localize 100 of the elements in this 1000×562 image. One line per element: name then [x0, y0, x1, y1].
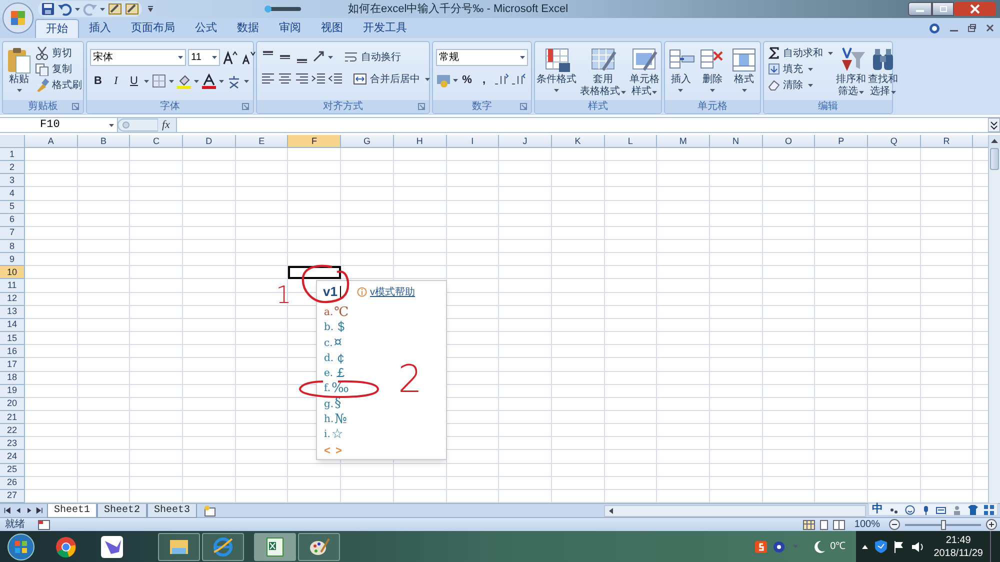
column-header[interactable]: H [394, 135, 446, 148]
column-header[interactable]: I [446, 135, 500, 148]
sheet-tab[interactable]: Sheet1 [47, 504, 98, 518]
ribbon-button[interactable]: 粘贴 [5, 44, 33, 100]
sheet-tab[interactable]: Sheet2 [97, 504, 148, 518]
candidate-item[interactable]: c.¤ [324, 336, 342, 351]
ribbon-tab[interactable]: 开发工具 [353, 19, 417, 38]
column-header[interactable]: P [815, 135, 868, 148]
ribbon-button[interactable]: 删除 [697, 44, 728, 100]
row-header[interactable]: 10 [0, 266, 25, 280]
row-header[interactable]: 22 [0, 424, 25, 438]
row-header[interactable]: 14 [0, 318, 25, 332]
insert-function-button[interactable]: fx [158, 116, 174, 134]
help-link[interactable]: v模式帮助 [370, 284, 415, 300]
ribbon-button[interactable]: 套用 表格格式 [578, 44, 627, 100]
ribbon-button[interactable]: 格式 [729, 44, 760, 100]
column-header[interactable]: R [920, 135, 974, 148]
column-header[interactable]: N [710, 135, 763, 148]
candidate-item[interactable]: g.§ [324, 396, 342, 412]
row-header[interactable]: 23 [0, 437, 25, 450]
ribbon-button[interactable]: 自动换行 [342, 49, 403, 65]
font-name-field[interactable]: 宋体 [90, 49, 186, 66]
sheet-tab[interactable]: Sheet3 [147, 504, 198, 518]
group-title: 字体 [160, 100, 180, 114]
group-title: 样式 [588, 100, 608, 114]
candidate-item[interactable]: i.☆ [324, 427, 344, 442]
column-header[interactable]: F [288, 135, 342, 148]
handwritten-number: 2 [398, 360, 422, 398]
column-header[interactable]: B [78, 135, 130, 148]
ime-mode-button[interactable]: 中 [872, 501, 883, 518]
row-header[interactable]: 17 [0, 358, 25, 372]
candidate-item[interactable]: a.℃ [324, 305, 349, 320]
candidate-item[interactable]: b.＄ [324, 320, 348, 336]
candidate-item[interactable]: e.￡ [324, 366, 348, 382]
row-header[interactable]: 25 [0, 464, 25, 477]
ribbon-button[interactable]: 复制 [33, 61, 84, 77]
format-button[interactable]: U [126, 73, 142, 89]
name-box[interactable]: F10 [0, 118, 118, 132]
row-header[interactable]: 26 [0, 476, 25, 490]
row-header[interactable]: 2 [0, 161, 25, 174]
ribbon-button[interactable]: 插入 [666, 44, 696, 100]
candidate-item[interactable]: f.‰ [324, 381, 349, 396]
ribbon-tab[interactable]: 视图 [311, 19, 353, 38]
ribbon-tab[interactable]: 数据 [227, 19, 269, 38]
row-header[interactable]: 12 [0, 292, 25, 306]
row-header[interactable]: 7 [0, 226, 25, 240]
group-title: 数字 [472, 100, 492, 114]
row-header[interactable]: 13 [0, 306, 25, 319]
ribbon-button[interactable]: 条件格式 [536, 44, 578, 100]
row-header[interactable]: 19 [0, 384, 25, 398]
ribbon-button[interactable]: 查找和 选择 [867, 44, 899, 100]
ribbon-button[interactable]: 填充 [766, 61, 835, 77]
ribbon-tab[interactable]: 插入 [79, 19, 121, 38]
ribbon-tab[interactable]: 页面布局 [121, 19, 185, 38]
group-title: 单元格 [698, 100, 728, 114]
row-header[interactable]: 5 [0, 200, 25, 214]
column-header[interactable]: J [499, 135, 552, 148]
font-size-field[interactable]: 11 [188, 49, 220, 66]
ribbon-button[interactable]: 格式刷 [33, 77, 84, 93]
candidate-item[interactable]: h.№ [324, 412, 347, 427]
ribbon-button[interactable]: 剪切 [33, 45, 84, 61]
ribbon-tab[interactable]: 公式 [185, 19, 227, 38]
format-button[interactable]: , [476, 72, 492, 88]
row-header[interactable]: 21 [0, 410, 25, 424]
ribbon-button[interactable]: 排序和 筛选 [835, 44, 867, 100]
ribbon-button[interactable]: 合并后居中 [351, 71, 432, 87]
row-header[interactable]: 16 [0, 345, 25, 358]
column-header[interactable]: O [762, 135, 816, 148]
column-header[interactable]: K [552, 135, 605, 148]
column-header[interactable]: C [130, 135, 184, 148]
column-header[interactable]: D [183, 135, 236, 148]
row-header[interactable]: 15 [0, 332, 25, 346]
format-button[interactable]: I [108, 73, 124, 89]
row-header[interactable]: 4 [0, 187, 25, 201]
ribbon-tab[interactable]: 审阅 [269, 19, 311, 38]
format-button[interactable]: B [90, 73, 106, 89]
column-header[interactable]: M [657, 135, 710, 148]
ribbon-tab[interactable]: 开始 [35, 19, 79, 38]
ribbon-button[interactable]: 单元格 样式 [628, 44, 660, 100]
column-header[interactable]: A [25, 135, 78, 148]
column-header[interactable]: L [604, 135, 658, 148]
row-header[interactable]: 18 [0, 372, 25, 385]
row-header[interactable]: 6 [0, 214, 25, 227]
row-header[interactable]: 8 [0, 240, 25, 254]
row-header[interactable]: 11 [0, 279, 25, 293]
row-header[interactable]: 27 [0, 490, 25, 503]
ribbon-button[interactable]: 清除 [766, 77, 835, 93]
column-header[interactable]: G [341, 135, 394, 148]
number-format-field[interactable]: 常规 [436, 49, 528, 66]
row-header[interactable]: 24 [0, 450, 25, 464]
row-header[interactable]: 9 [0, 253, 25, 266]
row-header[interactable]: 20 [0, 398, 25, 411]
column-header[interactable]: E [236, 135, 288, 148]
column-header[interactable]: Q [868, 135, 921, 148]
format-button[interactable]: % [459, 72, 475, 88]
temperature: 0℃ [830, 540, 846, 554]
row-header[interactable]: 1 [0, 148, 25, 162]
candidate-item[interactable]: d.￠ [324, 350, 348, 366]
ribbon-button[interactable]: 自动求和 [766, 45, 835, 61]
row-header[interactable]: 3 [0, 174, 25, 188]
